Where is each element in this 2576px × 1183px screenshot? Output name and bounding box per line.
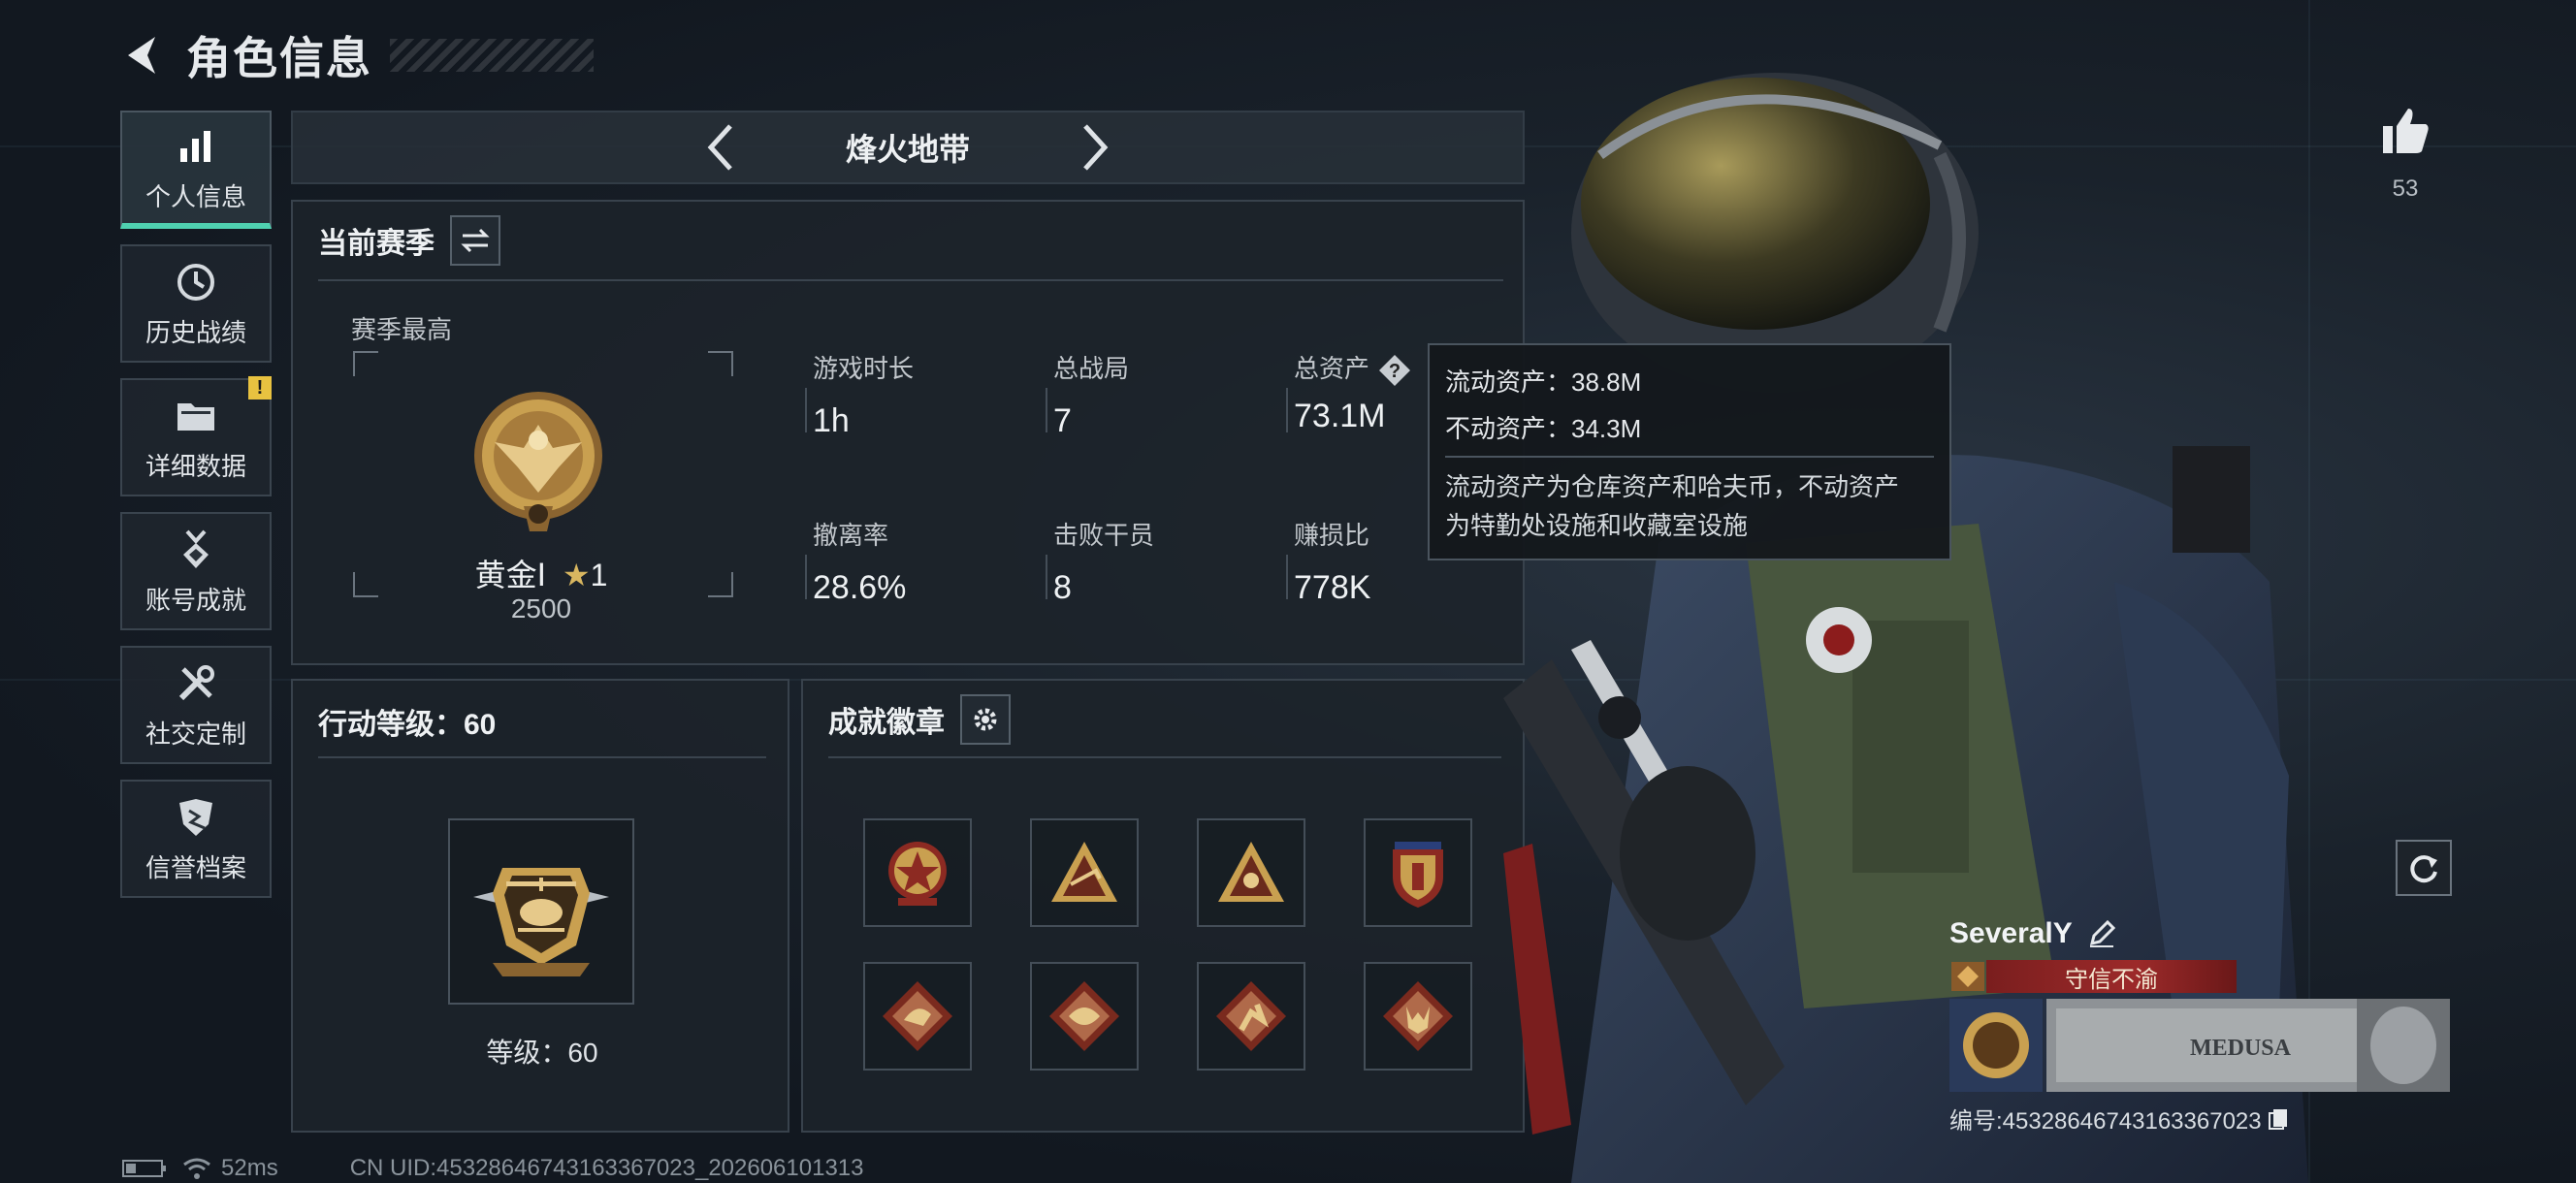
tooltip-desc-line1: 流动资产为仓库资产和哈夫币，不动资产 (1445, 472, 1900, 501)
achievement-badge[interactable] (1030, 818, 1139, 927)
page-title: 角色信息 (186, 33, 372, 83)
wifi-icon (182, 1157, 211, 1180)
rank-name-text: 黄金Ⅰ (474, 558, 547, 592)
mode-switcher: 烽火地带 (291, 111, 1525, 184)
thumbs-up-icon (2383, 109, 2429, 153)
achievement-settings-button[interactable] (960, 694, 1011, 745)
status-uid: CN UID:45328646743163367023_202606101313 (349, 1155, 864, 1181)
sidebar-item-label: 账号成就 (145, 585, 246, 615)
swap-season-button[interactable] (450, 215, 500, 266)
achievements-panel: 成就徽章 (801, 679, 1525, 1133)
sidebar-item-label: 社交定制 (145, 719, 246, 749)
player-name: SeveralY (1949, 917, 2073, 949)
ping: 52ms (221, 1155, 278, 1181)
sidebar-item-details[interactable]: ! 详细数据 (120, 376, 272, 496)
honor-emblem-icon (1949, 960, 1986, 993)
stat-total-matches: 总战局 7 (1046, 349, 1129, 440)
stat-profit-ratio: 赚损比 778K (1286, 516, 1370, 607)
dragon-badge-icon (883, 981, 952, 1051)
level-title: 行动等级：60 (318, 709, 497, 741)
sidebar-item-label: 个人信息 (145, 181, 246, 211)
divider (318, 756, 766, 758)
player-banner[interactable]: MEDUSA (1949, 999, 2450, 1092)
chevron-left-icon[interactable] (700, 118, 739, 176)
player-uid-row: 编号:45328646743163367023 (1949, 1102, 2450, 1135)
helicopter-badge-icon (473, 868, 609, 976)
svg-text:?: ? (1389, 361, 1401, 382)
sidebar-item-achievements[interactable]: 账号成就 (120, 512, 272, 630)
stat-kills: 击败干员 8 (1046, 516, 1154, 607)
back-arrow-icon[interactable] (116, 29, 169, 81)
divider (318, 279, 1503, 281)
stat-total-assets: 总资产? 73.1M (1286, 349, 1412, 435)
like-button[interactable]: 53 (2376, 105, 2434, 203)
honor-title: 守信不渝 (1986, 960, 2237, 993)
gear-icon (974, 708, 997, 731)
achievement-badge[interactable] (1197, 962, 1305, 1071)
like-count: 53 (2392, 176, 2419, 202)
banner-text: MEDUSA (2190, 1036, 2292, 1061)
clock-icon (173, 259, 219, 305)
dragon-badge-icon (1049, 981, 1119, 1051)
alert-badge: ! (248, 376, 272, 400)
shield-icon (173, 794, 219, 841)
medal-icon (173, 527, 219, 573)
player-name-row: SeveralY (1949, 917, 2450, 950)
refresh-icon (2410, 855, 2437, 883)
sidebar: 个人信息 历史战绩 ! 详细数据 账号成就 社交定制 信誉档案 (120, 111, 272, 913)
level-badge (448, 818, 634, 1005)
tooltip-fixed-assets: 不动资产：34.3M (1445, 414, 1642, 443)
page-header: 角色信息 (116, 21, 594, 89)
refresh-button[interactable] (2396, 840, 2452, 896)
player-card: SeveralY 守信不渝 MEDUSA 编号:4532864674316336… (1949, 917, 2450, 1135)
tooltip-liquid-assets: 流动资产：38.8M (1445, 368, 1642, 397)
sidebar-item-credit[interactable]: 信誉档案 (120, 780, 272, 898)
title-decoration (390, 39, 594, 72)
rank-emblem-icon (466, 386, 611, 541)
triangle-badge-icon (1051, 842, 1117, 902)
divider (828, 756, 1501, 758)
sidebar-item-label: 信誉档案 (145, 852, 246, 882)
bar-chart-icon (173, 123, 219, 170)
tooltip-desc-line2: 为特勤处设施和收藏室设施 (1445, 511, 1749, 540)
sidebar-item-history[interactable]: 历史战绩 (120, 244, 272, 363)
level-text: 等级：60 (486, 1038, 598, 1068)
sidebar-item-personal-info[interactable]: 个人信息 (120, 111, 272, 229)
achievement-badge[interactable] (1030, 962, 1139, 1071)
achievement-badge[interactable] (863, 962, 972, 1071)
star-icon: ★ (562, 558, 591, 592)
chevron-right-icon[interactable] (1077, 118, 1115, 176)
tools-icon (173, 660, 219, 707)
mode-name: 烽火地带 (845, 132, 970, 167)
player-uid: 编号:45328646743163367023 (1949, 1108, 2262, 1135)
achievement-badge[interactable] (863, 818, 972, 927)
battery-icon (122, 1158, 167, 1179)
level-panel: 行动等级：60 等级：60 (291, 679, 789, 1133)
stat-play-time: 游戏时长 1h (805, 349, 914, 440)
sidebar-item-social[interactable]: 社交定制 (120, 646, 272, 764)
stat-extract-rate: 撤离率 28.6% (805, 516, 906, 607)
achievement-badge[interactable] (1197, 818, 1305, 927)
achievements-title: 成就徽章 (828, 707, 945, 739)
rank-score: 2500 (510, 593, 572, 623)
status-bar: 52ms CN UID:45328646743163367023_2026061… (122, 1154, 864, 1183)
season-title: 当前赛季 (318, 228, 435, 260)
edit-icon[interactable] (2088, 920, 2115, 947)
season-best-label: 赛季最高 (351, 315, 453, 344)
rank-name: 黄金Ⅰ ★1 (351, 551, 731, 595)
assets-tooltip: 流动资产：38.8M 不动资产：34.3M 流动资产为仓库资产和哈夫币，不动资产… (1428, 343, 1951, 560)
sidebar-item-label: 历史战绩 (145, 317, 246, 347)
swap-arrows-icon (461, 228, 490, 253)
triangle-badge-icon (1218, 842, 1284, 902)
folder-icon (173, 393, 219, 439)
star-badge-icon (888, 842, 947, 906)
help-icon[interactable]: ? (1377, 353, 1412, 388)
runner-badge-icon (1216, 981, 1286, 1051)
rank-stars: 1 (590, 558, 608, 592)
tooltip-divider (1445, 456, 1934, 458)
honor-row: 守信不渝 (1949, 960, 2450, 993)
season-panel: 当前赛季 赛季最高 黄金Ⅰ ★1 2500 游戏时长 1h 总战局 7 总资产 … (291, 200, 1525, 665)
copy-icon[interactable] (2268, 1107, 2289, 1131)
sidebar-item-label: 详细数据 (145, 451, 246, 481)
